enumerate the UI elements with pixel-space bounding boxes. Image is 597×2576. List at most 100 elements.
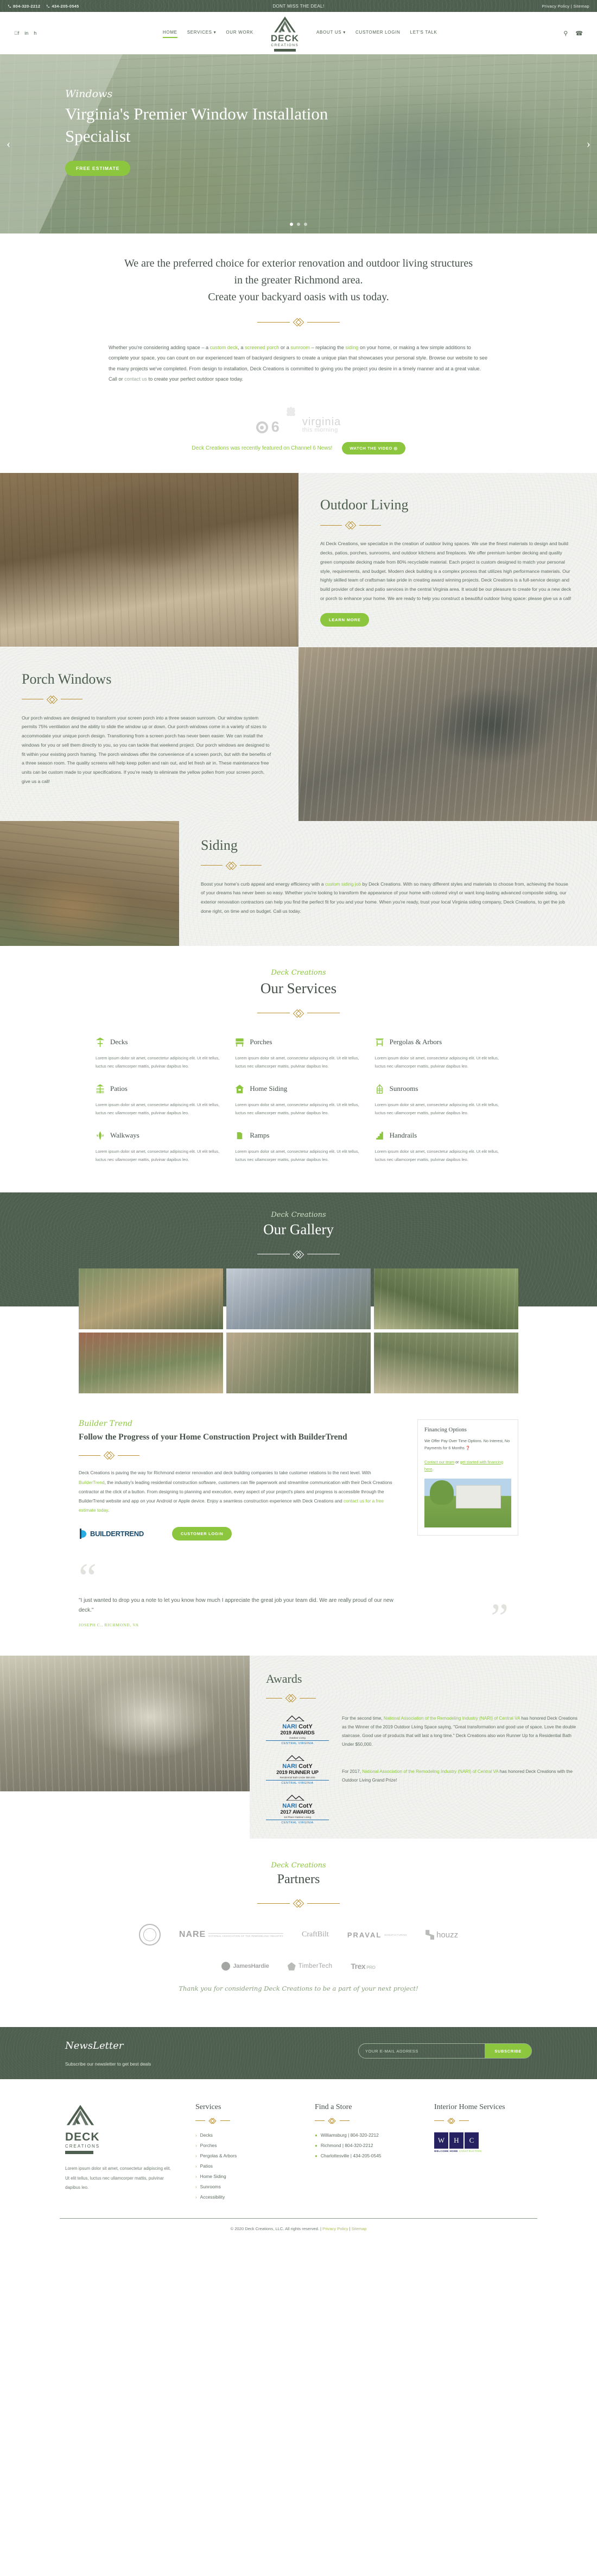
site-footer: DECK CREATIONS Lorem ipsum dolor sit ame… — [0, 2079, 597, 2241]
nav-item-customer-login[interactable]: CUSTOMER LOGIN — [355, 30, 401, 37]
houzz-wordmark: houzz — [436, 1930, 459, 1940]
service-description: Lorem ipsum dolor sit amet, consectetur … — [235, 1102, 359, 1116]
location-pin-icon: ● — [315, 2153, 317, 2158]
footer-privacy-policy-link[interactable]: Privacy Policy — [322, 2226, 348, 2231]
badge-category: Residential Bath Under $50,000 — [280, 1776, 315, 1779]
footer-interior-title: Interior Home Services — [434, 2103, 505, 2112]
hero-next-arrow[interactable]: › — [587, 137, 590, 151]
help-icon[interactable]: ❓ — [466, 1445, 471, 1450]
footer-link-patios[interactable]: › Patios — [195, 2163, 293, 2169]
deal-banner[interactable]: DONT MISS THE DEAL! — [0, 4, 597, 9]
mountain-icon — [285, 1795, 305, 1801]
ornament-divider — [434, 2117, 532, 2124]
divider-line-left — [201, 865, 223, 866]
linkedin-icon[interactable]: in — [24, 30, 28, 36]
hero-dot-1[interactable] — [290, 223, 293, 226]
partner-jameshardie-logo[interactable]: JamesHardie — [221, 1962, 269, 1971]
partner-craftbilt-logo[interactable]: CraftBilt — [302, 1930, 329, 1939]
hero-prev-arrow[interactable]: ‹ — [7, 137, 10, 151]
nav-item-lets-talk[interactable]: LET'S TALK — [410, 30, 437, 37]
mountain-icon — [285, 1715, 305, 1722]
partner-seal-logo[interactable] — [138, 1924, 161, 1946]
customer-login-button[interactable]: CUSTOMER LOGIN — [172, 1527, 232, 1541]
screened-porch-link[interactable]: screened porch — [245, 345, 279, 350]
service-card-handrails[interactable]: Handrails Lorem ipsum dolor sit amet, co… — [374, 1127, 502, 1171]
sunroom-link[interactable]: sunroom — [290, 345, 310, 350]
watch-the-video-button[interactable]: WATCH THE VIDEO ◎ — [342, 442, 405, 455]
search-icon[interactable]: ⚲ — [563, 30, 568, 37]
partner-timbertech-logo[interactable]: TimberTech — [287, 1962, 333, 1971]
subscribe-button[interactable]: SUBSCRIBE — [485, 2044, 531, 2059]
aw1-text-a: For the second time, — [342, 1716, 384, 1721]
sunroom-icon — [376, 1084, 383, 1094]
footer-link-pergolas-arbors[interactable]: › Pergolas & Arbors — [195, 2153, 293, 2158]
ornament-divider — [0, 1009, 597, 1018]
nari-central-va-link[interactable]: National Association of the Remodeling I… — [384, 1716, 520, 1721]
privacy-sitemap-links[interactable]: Privacy Policy | Sitemap — [542, 4, 589, 9]
outdoor-living-title: Outdoor Living — [320, 497, 409, 513]
service-card-decks[interactable]: Decks Lorem ipsum dolor sit amet, consec… — [95, 1034, 223, 1077]
cbs-this-morning-text: this morning — [302, 427, 338, 434]
footer-link-home-siding[interactable]: › Home Siding — [195, 2174, 293, 2179]
service-card-sunrooms[interactable]: Sunrooms Lorem ipsum dolor sit amet, con… — [374, 1081, 502, 1124]
gallery-image-4[interactable] — [79, 1332, 223, 1393]
houzz-icon[interactable]: h — [34, 30, 36, 36]
gallery-image-2[interactable] — [226, 1268, 371, 1329]
award-badge-2019: NARI CotY 2019 AWARDS Outdoor Living CEN… — [266, 1714, 329, 1745]
partner-trexpro-logo[interactable]: Trex PRO — [351, 1962, 376, 1971]
footer-sitemap-link[interactable]: Sitemap — [352, 2226, 367, 2231]
footer-link-decks[interactable]: › Decks — [195, 2132, 293, 2138]
nari-central-va-link[interactable]: National Association of the Remodeling I… — [362, 1769, 498, 1774]
logo-bar — [274, 48, 296, 52]
service-card-walkways[interactable]: Walkways Lorem ipsum dolor sit amet, con… — [95, 1127, 223, 1171]
hero-dot-2[interactable] — [297, 223, 300, 226]
service-name: Decks — [110, 1038, 128, 1046]
footer-store-richmond[interactable]: ● Richmond | 804-320-2212 — [315, 2143, 412, 2148]
outdoor-living-learn-more-button[interactable]: LEARN MORE — [320, 613, 370, 627]
footer-store-charlottesville[interactable]: ● Charlottesville | 434-205-0545 — [315, 2153, 412, 2158]
hero-dot-3[interactable] — [304, 223, 307, 226]
siding-link[interactable]: siding — [345, 345, 358, 350]
financing-title: Financing Options — [424, 1426, 467, 1433]
site-logo[interactable]: DECK CREATIONS — [271, 15, 299, 52]
nav-item-our-work[interactable]: OUR WORK — [226, 30, 253, 37]
footer-store-list: ● Williamsburg | 804-320-2212 ● Richmond |… — [315, 2132, 412, 2158]
gallery-image-3[interactable] — [374, 1268, 518, 1329]
contact-our-team-link[interactable]: Contact our team — [424, 1460, 454, 1464]
whc-letter-h: H — [449, 2132, 463, 2149]
free-estimate-button[interactable]: FREE ESTIMATE — [65, 160, 131, 176]
buildertrend-link[interactable]: BuilderTrend — [79, 1480, 105, 1485]
partner-praval-logo[interactable]: PRAVAL MANUFACTURING — [347, 1931, 407, 1939]
newsletter-email-input[interactable] — [359, 2044, 485, 2059]
divider-line-right — [240, 865, 262, 866]
nav-item-home[interactable]: HOME — [162, 30, 177, 38]
whc-letter-c: C — [465, 2132, 479, 2149]
ramp-icon — [237, 1132, 243, 1139]
service-card-home-siding[interactable]: Home Siding Lorem ipsum dolor sit amet, … — [234, 1081, 362, 1124]
facebook-icon[interactable]: f — [14, 30, 19, 36]
contact-us-link[interactable]: contact us — [124, 376, 147, 382]
partner-houzz-logo[interactable]: houzz — [425, 1930, 458, 1940]
service-card-patios[interactable]: Patios Lorem ipsum dolor sit amet, conse… — [95, 1081, 223, 1124]
phone-icon[interactable]: ☎ — [575, 30, 583, 37]
custom-siding-job-link[interactable]: custom siding job — [325, 881, 361, 887]
footer-link-accessibility[interactable]: › Accessibility — [195, 2194, 293, 2200]
gallery-image-5[interactable] — [226, 1332, 371, 1393]
buildertrend-wordmark: BUILDERTREND — [90, 1530, 144, 1538]
custom-deck-link[interactable]: custom deck — [210, 345, 238, 350]
footer-store-williamsburg[interactable]: ● Williamsburg | 804-320-2212 — [315, 2132, 412, 2138]
service-card-pergolas-arbors[interactable]: Pergolas & Arbors Lorem ipsum dolor sit … — [374, 1034, 502, 1077]
footer-link-sunrooms[interactable]: › Sunrooms — [195, 2184, 293, 2189]
testimonial-quote: "I just wanted to drop you a note to let… — [79, 1598, 393, 1613]
nav-item-about-us[interactable]: ABOUT US ▾ — [316, 30, 346, 37]
gallery-image-1[interactable] — [79, 1268, 223, 1329]
gallery-image-6[interactable] — [374, 1332, 518, 1393]
footer-link-porches[interactable]: › Porches — [195, 2143, 293, 2148]
service-card-porches[interactable]: Porches Lorem ipsum dolor sit amet, cons… — [234, 1034, 362, 1077]
partner-nari-logo[interactable]: NARE NATIONAL ASSOCIATION OF THE REMODEL… — [179, 1930, 284, 1940]
nav-item-services[interactable]: SERVICES ▾ — [187, 30, 217, 37]
footer-services-list: › Decks › Porches › Pergolas & Arbors › Pati… — [195, 2132, 293, 2200]
hero-pagination-dots[interactable] — [0, 223, 597, 226]
service-card-ramps[interactable]: Ramps Lorem ipsum dolor sit amet, consec… — [234, 1127, 362, 1171]
whc-logo[interactable]: W H C WELCOME HOME CONSTRUCTION — [434, 2132, 532, 2152]
